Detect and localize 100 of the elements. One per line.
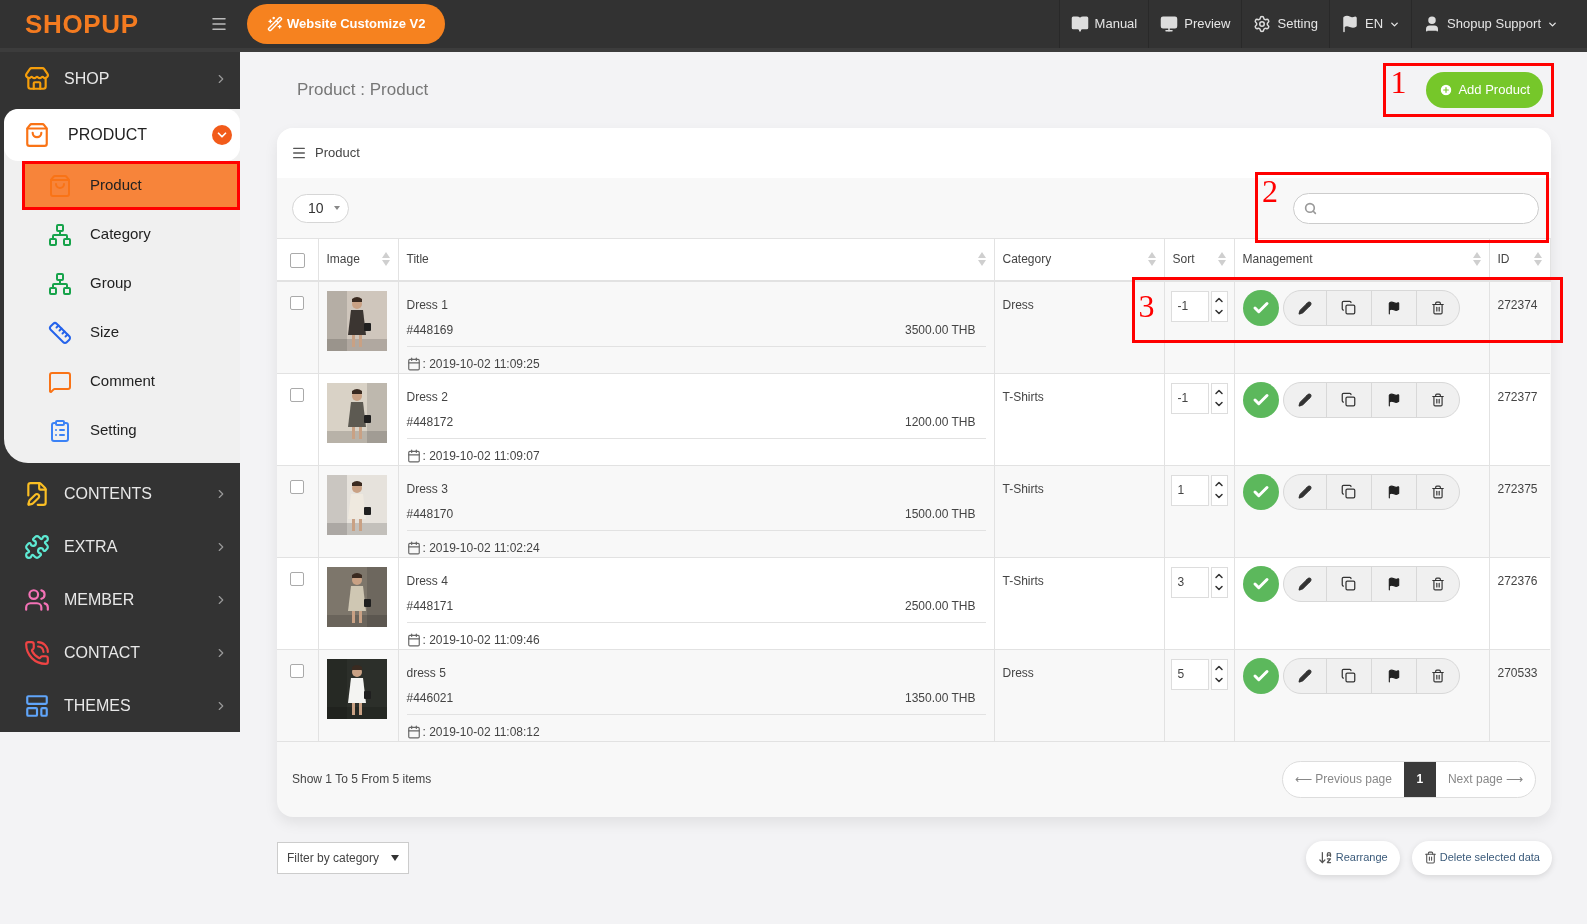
search-field[interactable] [1293,192,1539,224]
people-icon [24,586,50,613]
phone-icon [24,639,50,666]
flag-icon [1386,576,1401,591]
submenu-item[interactable]: Comment [22,357,240,406]
hierarchy-icon [48,222,72,247]
row-checkbox[interactable] [290,295,305,310]
top-nav-link[interactable]: Setting [1241,0,1329,48]
top-nav-link[interactable]: EN [1328,0,1412,48]
logo[interactable]: SHOPUP [25,4,139,44]
submenu-item[interactable]: Size [22,308,240,357]
next-page-link[interactable]: Next page ⟶ [1435,761,1535,797]
calendar-icon [406,356,421,371]
product-code: #446021 [406,689,454,707]
status-toggle[interactable] [1242,565,1279,602]
spinner-control[interactable] [1210,566,1228,598]
column-header[interactable]: Title [406,250,429,269]
top-nav-link[interactable]: Manual [1058,0,1149,48]
sidebar-item[interactable]: EXTRA [0,520,240,573]
menu-icon [291,145,307,161]
spinner-control[interactable] [1210,290,1228,322]
previous-page-link[interactable]: ⟵ Previous page [1282,761,1404,797]
page-size-select[interactable]: 10 [292,193,349,223]
flag-icon [1386,484,1401,499]
product-title: dress 5 [406,665,446,680]
product-id: 272375 [1497,481,1538,496]
sort-field[interactable]: -1 [1170,382,1209,414]
column-header[interactable]: Category [1002,250,1052,269]
sort-field[interactable]: 5 [1170,658,1209,690]
copy-icon [1341,392,1356,407]
product-code: #448169 [406,321,454,339]
copy-icon [1341,300,1356,315]
product-price: 3500.00 THB [905,321,976,339]
status-toggle[interactable] [1242,381,1279,418]
ruler-icon [48,320,72,345]
sidebar-item[interactable]: CONTACT [0,626,240,679]
sidebar-item[interactable]: THEMES [0,679,240,732]
annotation-number: 3 [1138,289,1155,322]
sort-field[interactable]: 1 [1170,474,1209,506]
category-text: Dress [1002,297,1034,312]
pencil-icon [1297,392,1312,407]
trash-icon [1430,576,1445,591]
status-toggle[interactable] [1242,289,1279,326]
category-text: T-Shirts [1002,481,1044,496]
submenu-item[interactable]: Category [22,210,240,259]
row-checkbox[interactable] [290,571,305,586]
comment-icon [48,369,72,394]
category-text: Dress [1002,665,1034,680]
category-text: T-Shirts [1002,389,1044,404]
category-filter-select[interactable]: Filter by category [277,841,410,874]
column-header[interactable]: Image [326,250,360,269]
submenu-item[interactable]: Group [22,259,240,308]
column-header[interactable]: Sort [1172,250,1195,269]
document-icon [24,480,50,507]
product-id: 272374 [1497,297,1538,312]
flag-icon [1386,668,1401,683]
category-text: T-Shirts [1002,573,1044,588]
items-summary: Show 1 To 5 From 5 items [292,771,432,788]
sidebar-item[interactable]: MEMBER [0,573,240,626]
row-checkbox[interactable] [290,663,305,678]
product-id: 270533 [1497,665,1538,680]
rearrange-button[interactable]: Rearrange [1305,840,1400,875]
sidebar-item[interactable]: SHOP [0,52,240,105]
column-header[interactable]: ID [1497,250,1510,269]
product-code: #448171 [406,597,454,615]
top-nav-link[interactable]: Preview [1148,0,1242,48]
sort-field[interactable]: -1 [1170,290,1209,322]
status-toggle[interactable] [1242,657,1279,694]
magic-wand-icon [267,16,283,32]
status-toggle[interactable] [1242,473,1279,510]
pencil-icon [1297,484,1312,499]
sort-field[interactable]: 3 [1170,566,1209,598]
spinner-control[interactable] [1210,474,1228,506]
bag-icon [48,173,72,198]
annotation-number: 2 [1262,174,1278,207]
column-header[interactable]: Management [1242,250,1313,269]
product-title: Dress 2 [406,389,448,404]
spinner-control[interactable] [1210,382,1228,414]
page-link[interactable]: 1 [1403,761,1436,797]
spinner-control[interactable] [1210,658,1228,690]
sidebar-item[interactable]: CONTENTS [0,467,240,520]
product-code: #448172 [406,413,454,431]
select-all-checkbox[interactable] [289,252,305,268]
panel-title: Product [315,144,360,163]
created-date: : 2019-10-02 11:09:25 [422,355,540,373]
trash-icon [1430,392,1445,407]
puzzle-icon [24,533,50,560]
sidebar-item[interactable]: PRODUCT [4,109,240,161]
settings-icon [1253,15,1272,33]
row-checkbox[interactable] [290,479,305,494]
delete-selected-button[interactable]: Delete selected data [1411,840,1552,875]
product-price: 1200.00 THB [905,413,976,431]
top-nav-link[interactable]: Shopup Support [1411,0,1569,48]
submenu-item[interactable]: Setting [22,406,240,455]
product-id: 272376 [1497,573,1538,588]
product-id: 272377 [1497,389,1538,404]
menu-icon[interactable] [210,15,228,33]
product-price: 1500.00 THB [905,505,976,523]
row-checkbox[interactable] [290,387,305,402]
bag-icon [24,122,50,148]
